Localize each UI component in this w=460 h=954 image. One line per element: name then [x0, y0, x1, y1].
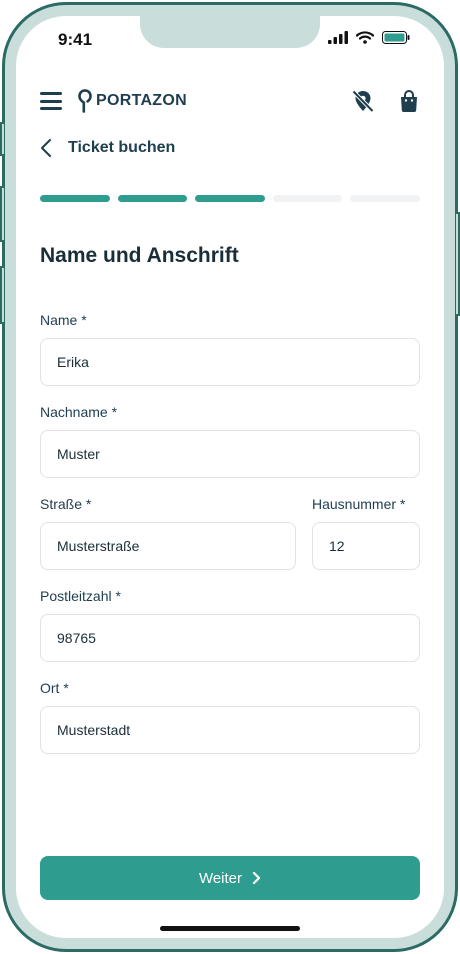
progress-step-1 [40, 195, 110, 202]
volume-down-button [0, 266, 4, 324]
shopping-bag-icon[interactable] [398, 89, 420, 113]
logo-text: PORTAZON [96, 92, 187, 109]
mute-switch [0, 122, 4, 156]
page-title: Ticket buchen [68, 139, 176, 156]
name-label: Name * [40, 312, 87, 328]
home-indicator [160, 926, 300, 931]
status-icons [328, 31, 410, 44]
ort-label: Ort * [40, 680, 69, 696]
nachname-field[interactable]: Muster [40, 430, 420, 478]
screen: 9:41 PORTAZON Ticket buchen Name und Ans… [16, 16, 444, 938]
notch [140, 16, 320, 48]
top-nav-bar: PORTAZON [40, 86, 420, 116]
wifi-icon [356, 31, 374, 44]
plz-label: Postleitzahl * [40, 588, 121, 604]
hausnummer-label: Hausnummer * [312, 496, 406, 512]
ort-field[interactable]: Musterstadt [40, 706, 420, 754]
hamburger-icon[interactable] [40, 92, 62, 110]
volume-up-button [0, 186, 4, 242]
battery-icon [382, 31, 410, 44]
progress-step-4 [272, 195, 343, 202]
next-button[interactable]: Weiter [40, 856, 420, 900]
power-button [456, 212, 460, 316]
hausnummer-field[interactable]: 12 [312, 522, 420, 570]
progress-step-5 [350, 195, 420, 202]
strasse-label: Straße * [40, 496, 92, 512]
location-off-icon[interactable] [350, 88, 376, 114]
strasse-field[interactable]: Musterstraße [40, 522, 296, 570]
top-actions [350, 88, 420, 114]
plz-field[interactable]: 98765 [40, 614, 420, 662]
step-progress [40, 195, 420, 202]
progress-step-2 [117, 195, 188, 202]
section-title: Name und Anschrift [40, 244, 239, 267]
chevron-right-icon [252, 871, 261, 885]
progress-step-3 [195, 195, 265, 202]
back-button[interactable]: Ticket buchen [40, 138, 175, 158]
name-field[interactable]: Erika [40, 338, 420, 386]
status-time: 9:41 [58, 30, 93, 49]
chevron-left-icon [41, 139, 51, 157]
location-pin-icon [78, 89, 92, 113]
logo[interactable]: PORTAZON [78, 89, 187, 113]
next-button-label: Weiter [198, 869, 243, 887]
nachname-label: Nachname * [40, 404, 118, 420]
signal-icon [328, 31, 348, 44]
